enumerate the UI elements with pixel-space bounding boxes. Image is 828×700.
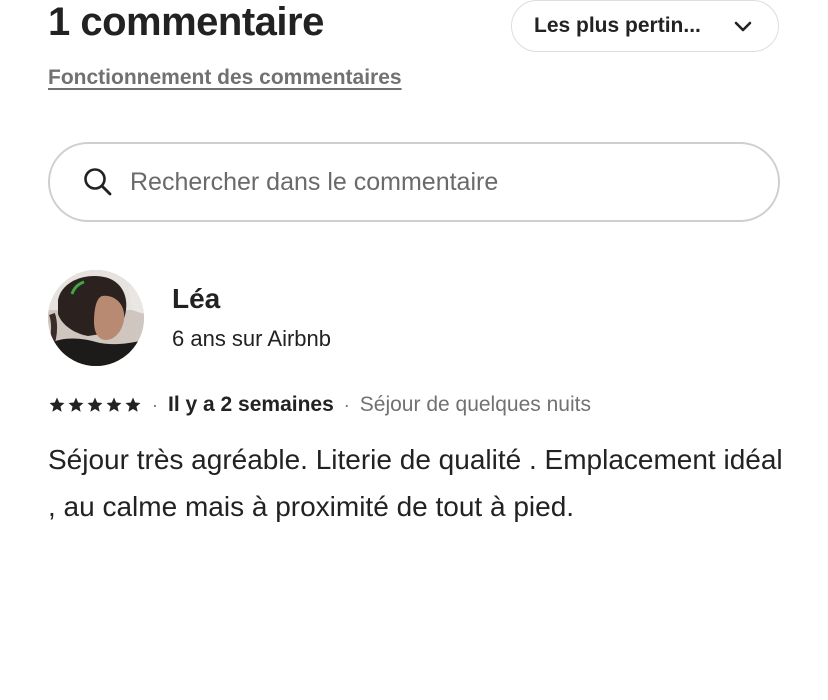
review-rating-row: · Il y a 2 semaines · Séjour de quelques… (48, 393, 591, 417)
star-icon (87, 397, 103, 412)
avatar[interactable] (48, 270, 144, 366)
how-reviews-work-link[interactable]: Fonctionnement des commentaires (48, 66, 402, 90)
search-icon (82, 166, 114, 198)
search-input[interactable] (130, 167, 778, 197)
chevron-down-icon (732, 15, 754, 37)
separator-dot: · (152, 394, 158, 415)
review-author-name: Léa (172, 283, 221, 314)
stay-type: Séjour de quelques nuits (359, 393, 591, 416)
star-icon (125, 397, 141, 412)
reviews-page: 1 commentaire Les plus pertin... Fonctio… (0, 0, 828, 700)
star-icon (68, 397, 84, 412)
separator-dot: · (343, 394, 350, 415)
star-icon (49, 397, 65, 412)
search-bar[interactable] (48, 142, 780, 222)
review-author-meta: 6 ans sur Airbnb (172, 326, 331, 351)
sort-dropdown[interactable]: Les plus pertin... (511, 0, 779, 52)
page-title: 1 commentaire (48, 0, 324, 44)
star-icon (106, 397, 122, 412)
review-text: Séjour très agréable. Literie de qualité… (48, 444, 783, 522)
review-date: Il y a 2 semaines (168, 393, 334, 416)
sort-selected-label: Les plus pertin... (534, 14, 701, 37)
star-rating (48, 396, 142, 414)
